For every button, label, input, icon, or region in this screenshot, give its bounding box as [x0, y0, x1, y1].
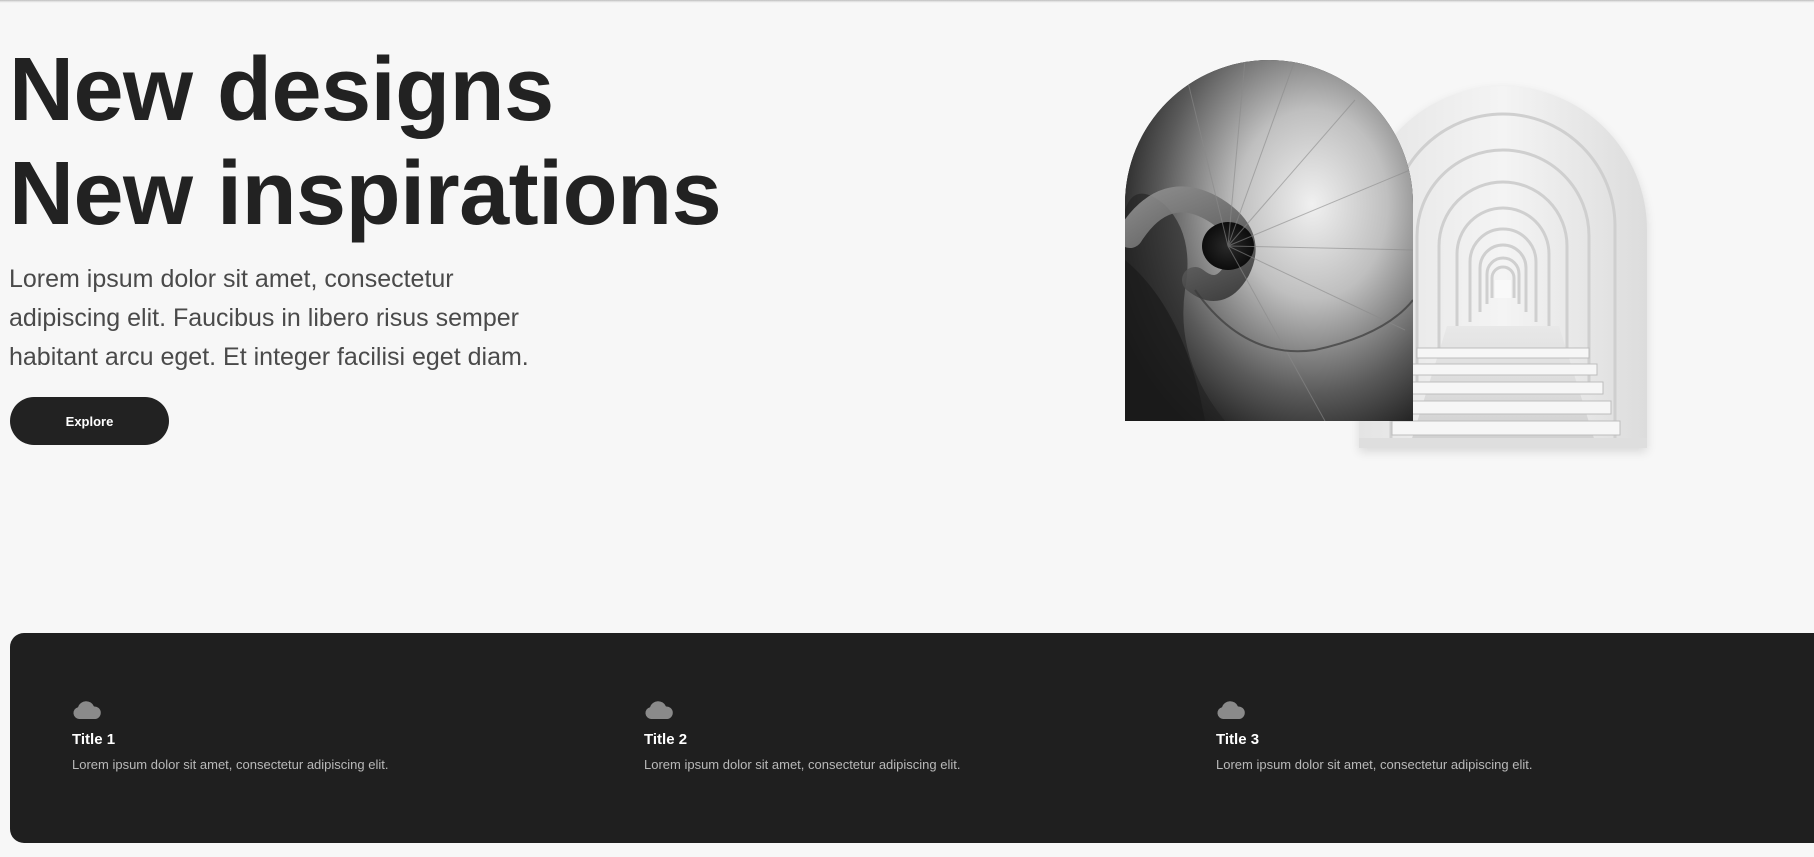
hero-title-line-1: New designs [9, 40, 554, 140]
spiral-arch-image [1125, 60, 1413, 421]
hero-title-line-2: New inspirations [9, 144, 722, 244]
feature-title: Title 2 [644, 731, 688, 748]
feature-title: Title 1 [72, 731, 116, 748]
cloud-icon [1217, 701, 1245, 719]
feature-card-3: Title 3 Lorem ipsum dolor sit amet, cons… [1216, 700, 1736, 773]
hero-title: New designs New inspirations [9, 38, 722, 246]
feature-title: Title 3 [1216, 731, 1260, 748]
feature-description: Lorem ipsum dolor sit amet, consectetur … [72, 757, 389, 772]
features-panel: Title 1 Lorem ipsum dolor sit amet, cons… [10, 633, 1814, 843]
explore-button[interactable]: Explore [10, 397, 169, 445]
feature-description: Lorem ipsum dolor sit amet, consectetur … [1216, 757, 1533, 772]
feature-card-2: Title 2 Lorem ipsum dolor sit amet, cons… [644, 700, 1164, 773]
cloud-icon [73, 701, 101, 719]
feature-card-1: Title 1 Lorem ipsum dolor sit amet, cons… [72, 700, 592, 773]
feature-description: Lorem ipsum dolor sit amet, consectetur … [644, 757, 961, 772]
top-border [0, 0, 1814, 3]
cloud-icon [645, 701, 673, 719]
hero-description: Lorem ipsum dolor sit amet, consectetur … [9, 265, 529, 371]
